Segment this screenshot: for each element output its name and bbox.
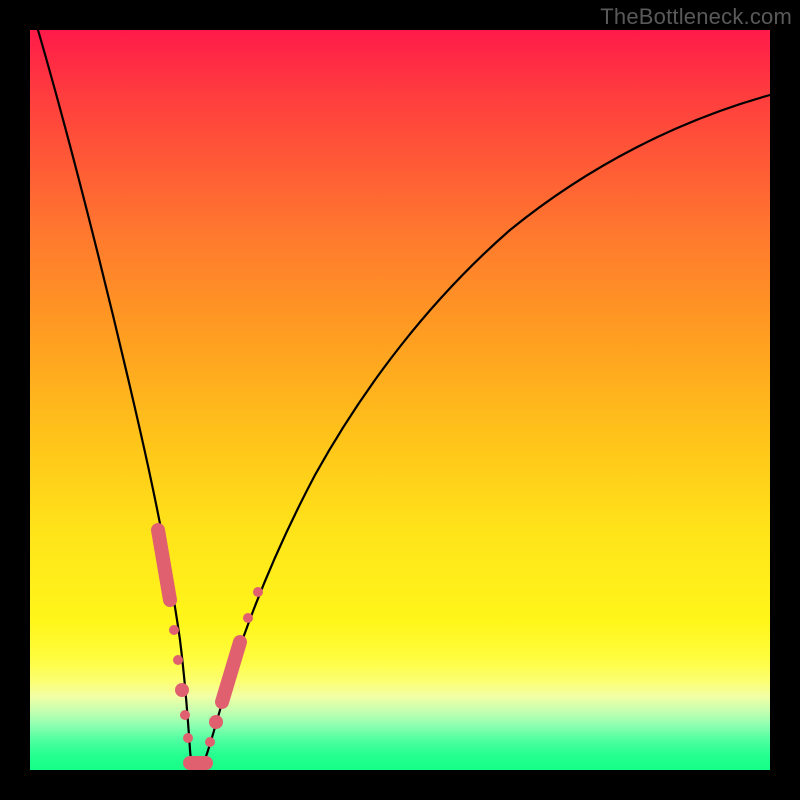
curve-svg xyxy=(30,30,770,770)
marker-dot xyxy=(169,625,179,635)
marker-dot xyxy=(180,710,190,720)
marker-segment-left xyxy=(158,530,170,600)
chart-frame: TheBottleneck.com xyxy=(0,0,800,800)
marker-dot xyxy=(243,613,253,623)
marker-dot xyxy=(175,683,189,697)
marker-dot xyxy=(183,733,193,743)
marker-dot xyxy=(209,715,223,729)
marker-dot xyxy=(253,587,263,597)
marker-dot xyxy=(173,655,183,665)
watermark-text: TheBottleneck.com xyxy=(600,4,792,30)
plot-area xyxy=(30,30,770,770)
marker-dot xyxy=(205,737,215,747)
bottleneck-curve xyxy=(38,30,770,770)
marker-segment-right xyxy=(222,642,240,702)
